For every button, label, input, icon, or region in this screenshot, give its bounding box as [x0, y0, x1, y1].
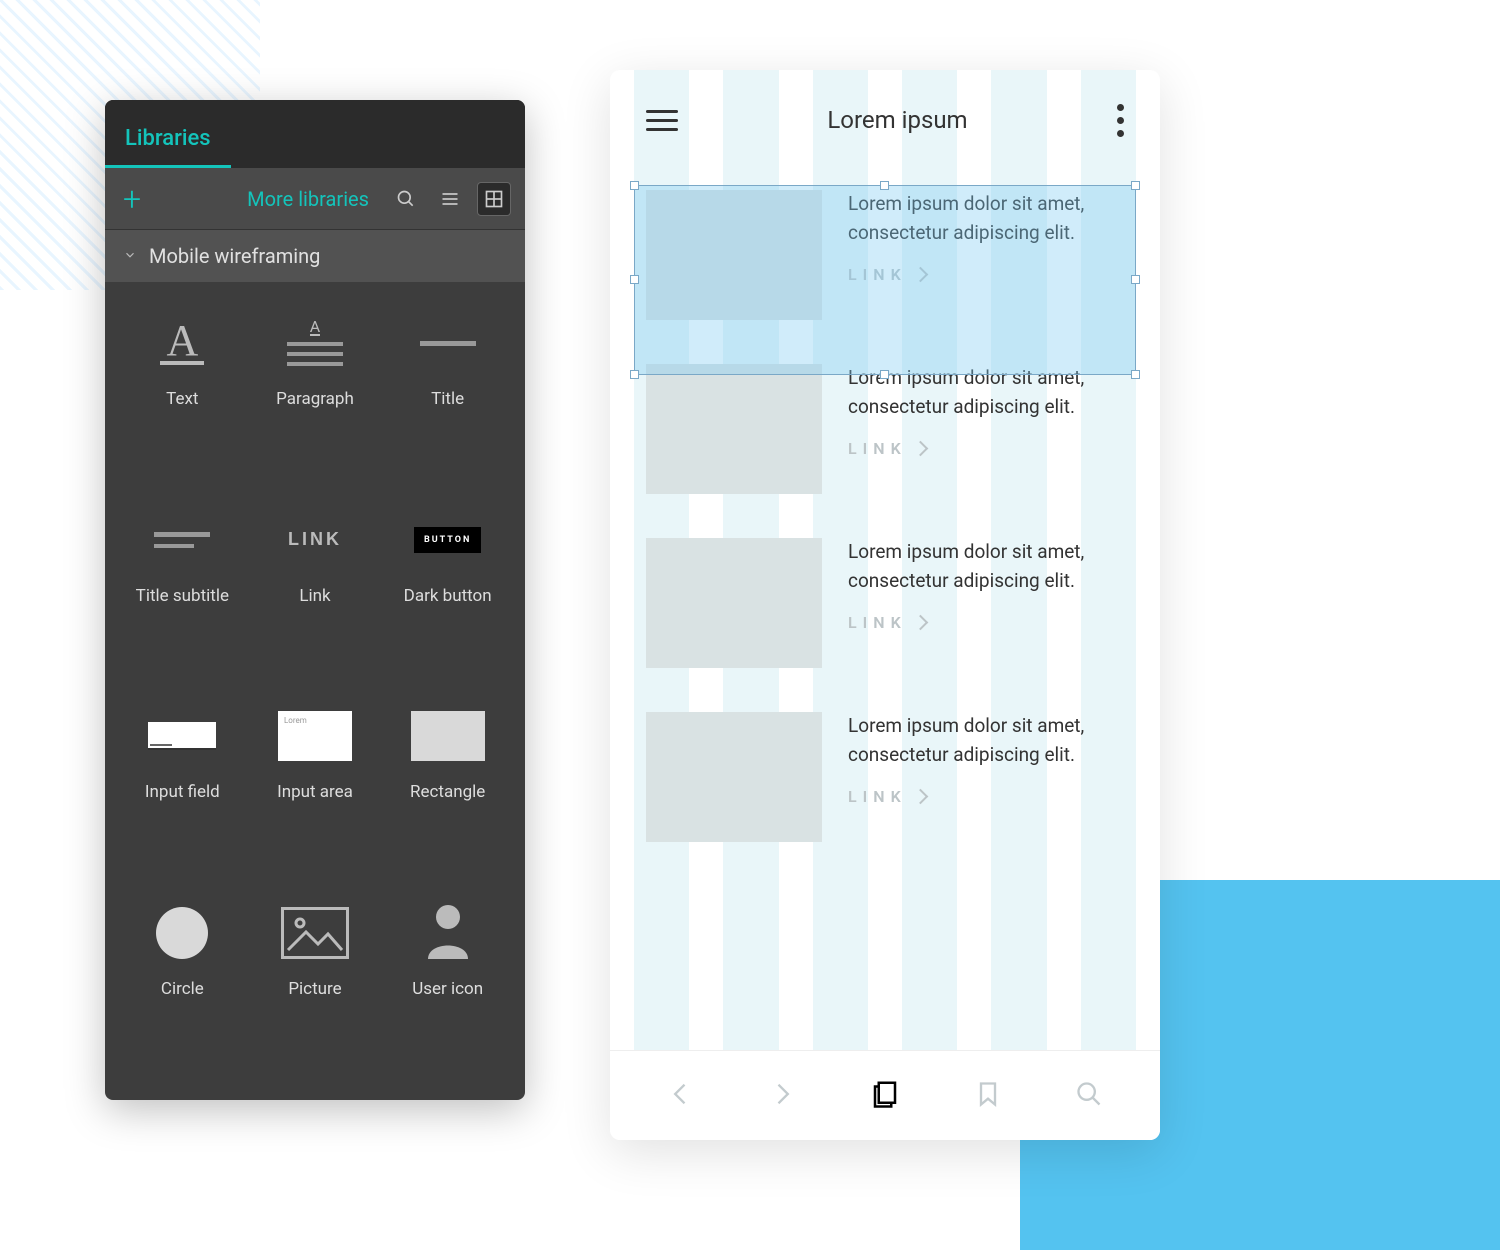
list-item[interactable]: Lorem ipsum dolor sit amet, consectetur … — [610, 518, 1160, 692]
widget-input-field[interactable]: Input field — [123, 705, 242, 874]
thumbnail-placeholder — [646, 190, 822, 320]
widget-label: Link — [299, 585, 330, 607]
widget-label: Circle — [161, 978, 204, 1000]
card-text: Lorem ipsum dolor sit amet, consectetur … — [848, 538, 1124, 595]
widget-label: Text — [166, 388, 198, 410]
widget-link[interactable]: LINK Link — [256, 509, 375, 678]
widget-rectangle[interactable]: Rectangle — [388, 705, 507, 874]
widget-input-area[interactable]: Lorem Input area — [256, 705, 375, 874]
text-glyph-icon: A — [160, 321, 204, 365]
widget-label: Input area — [277, 781, 353, 803]
input-area-icon: Lorem — [278, 711, 352, 761]
grid-view-icon[interactable] — [477, 182, 511, 216]
button-icon: BUTTON — [414, 527, 481, 553]
list-item[interactable]: Lorem ipsum dolor sit amet, consectetur … — [610, 344, 1160, 518]
widget-grid: A Text A Paragraph Title Title subtitle … — [105, 282, 525, 1100]
list-item[interactable]: Lorem ipsum dolor sit amet, consectetur … — [610, 170, 1160, 344]
widget-label: Title subtitle — [136, 585, 229, 607]
nav-back-icon[interactable] — [667, 1080, 695, 1112]
widget-label: Paragraph — [276, 388, 354, 410]
card-list: Lorem ipsum dolor sit amet, consectetur … — [610, 170, 1160, 866]
card-link[interactable]: LINK — [848, 439, 1124, 458]
widget-text[interactable]: A Text — [123, 312, 242, 481]
link-icon: LINK — [288, 529, 342, 550]
mobile-header: Lorem ipsum — [610, 70, 1160, 170]
widget-title[interactable]: Title — [388, 312, 507, 481]
title-icon — [420, 341, 476, 346]
card-link[interactable]: LINK — [848, 265, 1124, 284]
libraries-panel: Libraries + More libraries Mobile wirefr… — [105, 100, 525, 1100]
panel-tabs: Libraries — [105, 100, 525, 168]
circle-icon — [156, 907, 208, 959]
widget-paragraph[interactable]: A Paragraph — [256, 312, 375, 481]
user-icon — [424, 903, 472, 963]
nav-bookmark-icon[interactable] — [974, 1080, 1002, 1112]
thumbnail-placeholder — [646, 712, 822, 842]
search-icon[interactable] — [389, 182, 423, 216]
widget-label: Picture — [288, 978, 341, 1000]
widget-circle[interactable]: Circle — [123, 902, 242, 1071]
mobile-frame: Lorem ipsum Lorem ipsum dolor sit amet, … — [610, 70, 1160, 1140]
paragraph-icon: A — [287, 320, 343, 366]
widget-dark-button[interactable]: BUTTON Dark button — [388, 509, 507, 678]
widget-label: Rectangle — [410, 781, 485, 803]
widget-label: User icon — [412, 978, 483, 1000]
rectangle-icon — [411, 711, 485, 761]
list-view-icon[interactable] — [433, 182, 467, 216]
panel-toolbar: + More libraries — [105, 168, 525, 230]
list-item[interactable]: Lorem ipsum dolor sit amet, consectetur … — [610, 692, 1160, 866]
title-subtitle-icon — [154, 532, 210, 548]
card-text: Lorem ipsum dolor sit amet, consectetur … — [848, 364, 1124, 421]
picture-icon — [281, 907, 349, 959]
nav-pages-icon[interactable] — [870, 1079, 900, 1113]
more-libraries-link[interactable]: More libraries — [247, 187, 369, 211]
more-vertical-icon[interactable] — [1117, 104, 1124, 137]
widget-picture[interactable]: Picture — [256, 902, 375, 1071]
page-title: Lorem ipsum — [827, 106, 967, 134]
hamburger-icon[interactable] — [646, 110, 678, 131]
category-label: Mobile wireframing — [149, 244, 320, 268]
widget-user-icon[interactable]: User icon — [388, 902, 507, 1071]
card-text: Lorem ipsum dolor sit amet, consectetur … — [848, 712, 1124, 769]
nav-forward-icon[interactable] — [768, 1080, 796, 1112]
widget-title-subtitle[interactable]: Title subtitle — [123, 509, 242, 678]
tab-libraries[interactable]: Libraries — [105, 126, 231, 168]
widget-label: Title — [431, 388, 464, 410]
card-link[interactable]: LINK — [848, 613, 1124, 632]
thumbnail-placeholder — [646, 364, 822, 494]
card-link[interactable]: LINK — [848, 787, 1124, 806]
widget-label: Dark button — [404, 585, 492, 607]
mobile-bottom-nav — [610, 1050, 1160, 1140]
chevron-down-icon — [123, 247, 137, 266]
input-field-icon — [148, 722, 216, 750]
card-text: Lorem ipsum dolor sit amet, consectetur … — [848, 190, 1124, 247]
add-library-button[interactable]: + — [119, 183, 145, 215]
canvas[interactable]: Lorem ipsum Lorem ipsum dolor sit amet, … — [610, 70, 1160, 1140]
category-header[interactable]: Mobile wireframing — [105, 230, 525, 282]
widget-label: Input field — [145, 781, 220, 803]
nav-search-icon[interactable] — [1075, 1080, 1103, 1112]
thumbnail-placeholder — [646, 538, 822, 668]
